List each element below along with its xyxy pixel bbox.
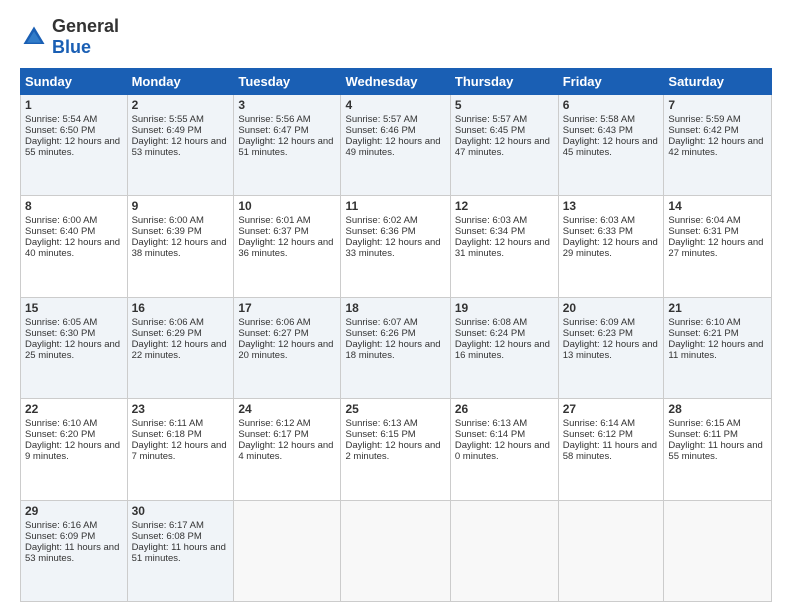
col-friday: Friday xyxy=(558,69,664,95)
col-saturday: Saturday xyxy=(664,69,772,95)
table-row: 25Sunrise: 6:13 AMSunset: 6:15 PMDayligh… xyxy=(341,399,450,500)
table-row: 13Sunrise: 6:03 AMSunset: 6:33 PMDayligh… xyxy=(558,196,664,297)
table-row: 16Sunrise: 6:06 AMSunset: 6:29 PMDayligh… xyxy=(127,297,234,398)
table-row: 26Sunrise: 6:13 AMSunset: 6:14 PMDayligh… xyxy=(450,399,558,500)
table-row: 10Sunrise: 6:01 AMSunset: 6:37 PMDayligh… xyxy=(234,196,341,297)
table-row xyxy=(341,500,450,601)
table-row: 21Sunrise: 6:10 AMSunset: 6:21 PMDayligh… xyxy=(664,297,772,398)
table-row: 5Sunrise: 5:57 AMSunset: 6:45 PMDaylight… xyxy=(450,95,558,196)
table-row: 9Sunrise: 6:00 AMSunset: 6:39 PMDaylight… xyxy=(127,196,234,297)
table-row: 12Sunrise: 6:03 AMSunset: 6:34 PMDayligh… xyxy=(450,196,558,297)
table-row: 14Sunrise: 6:04 AMSunset: 6:31 PMDayligh… xyxy=(664,196,772,297)
table-row: 30Sunrise: 6:17 AMSunset: 6:08 PMDayligh… xyxy=(127,500,234,601)
table-row: 11Sunrise: 6:02 AMSunset: 6:36 PMDayligh… xyxy=(341,196,450,297)
table-row xyxy=(558,500,664,601)
table-row xyxy=(450,500,558,601)
table-row: 1Sunrise: 5:54 AMSunset: 6:50 PMDaylight… xyxy=(21,95,128,196)
logo: GeneralBlue xyxy=(20,16,119,58)
col-monday: Monday xyxy=(127,69,234,95)
table-row: 3Sunrise: 5:56 AMSunset: 6:47 PMDaylight… xyxy=(234,95,341,196)
col-wednesday: Wednesday xyxy=(341,69,450,95)
table-row xyxy=(234,500,341,601)
table-row: 23Sunrise: 6:11 AMSunset: 6:18 PMDayligh… xyxy=(127,399,234,500)
page-header: GeneralBlue xyxy=(20,16,772,58)
table-row: 6Sunrise: 5:58 AMSunset: 6:43 PMDaylight… xyxy=(558,95,664,196)
table-row: 22Sunrise: 6:10 AMSunset: 6:20 PMDayligh… xyxy=(21,399,128,500)
calendar-header-row: Sunday Monday Tuesday Wednesday Thursday… xyxy=(21,69,772,95)
table-row: 8Sunrise: 6:00 AMSunset: 6:40 PMDaylight… xyxy=(21,196,128,297)
logo-text: GeneralBlue xyxy=(52,16,119,58)
table-row: 20Sunrise: 6:09 AMSunset: 6:23 PMDayligh… xyxy=(558,297,664,398)
table-row: 27Sunrise: 6:14 AMSunset: 6:12 PMDayligh… xyxy=(558,399,664,500)
table-row: 24Sunrise: 6:12 AMSunset: 6:17 PMDayligh… xyxy=(234,399,341,500)
table-row: 15Sunrise: 6:05 AMSunset: 6:30 PMDayligh… xyxy=(21,297,128,398)
col-thursday: Thursday xyxy=(450,69,558,95)
table-row: 28Sunrise: 6:15 AMSunset: 6:11 PMDayligh… xyxy=(664,399,772,500)
table-row: 4Sunrise: 5:57 AMSunset: 6:46 PMDaylight… xyxy=(341,95,450,196)
table-row: 19Sunrise: 6:08 AMSunset: 6:24 PMDayligh… xyxy=(450,297,558,398)
table-row: 17Sunrise: 6:06 AMSunset: 6:27 PMDayligh… xyxy=(234,297,341,398)
calendar-table: Sunday Monday Tuesday Wednesday Thursday… xyxy=(20,68,772,602)
table-row: 18Sunrise: 6:07 AMSunset: 6:26 PMDayligh… xyxy=(341,297,450,398)
table-row: 7Sunrise: 5:59 AMSunset: 6:42 PMDaylight… xyxy=(664,95,772,196)
table-row xyxy=(664,500,772,601)
logo-icon xyxy=(20,23,48,51)
table-row: 29Sunrise: 6:16 AMSunset: 6:09 PMDayligh… xyxy=(21,500,128,601)
col-sunday: Sunday xyxy=(21,69,128,95)
col-tuesday: Tuesday xyxy=(234,69,341,95)
table-row: 2Sunrise: 5:55 AMSunset: 6:49 PMDaylight… xyxy=(127,95,234,196)
